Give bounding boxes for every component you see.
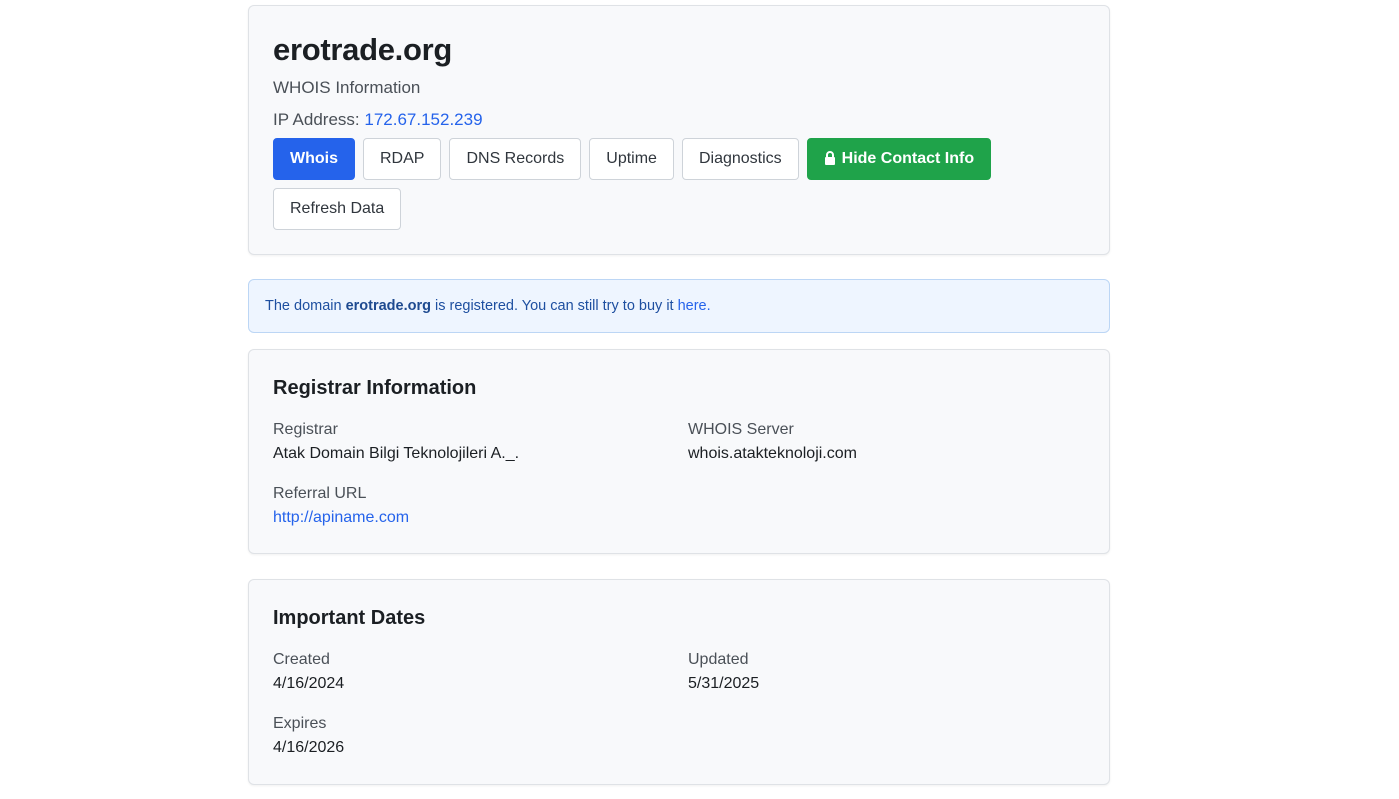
- action-button-row: Whois RDAP DNS Records Uptime Diagnostic…: [273, 138, 1093, 230]
- referral-url-label: Referral URL: [273, 485, 367, 502]
- expires-label: Expires: [273, 715, 327, 732]
- ip-address-line: IP Address: 172.67.152.239: [273, 110, 483, 130]
- page-subtitle: WHOIS Information: [273, 78, 421, 97]
- domain-header-card: erotrade.org WHOIS Information IP Addres…: [248, 5, 1110, 255]
- created-value: 4/16/2024: [273, 675, 345, 692]
- referral-url-field: Referral URL http://apiname.com: [273, 484, 409, 528]
- section-title-dates: Important Dates: [273, 607, 426, 629]
- ip-address-value[interactable]: 172.67.152.239: [364, 110, 482, 129]
- section-title-registrar: Registrar Information: [273, 377, 477, 399]
- registration-status-alert: The domain erotrade.org is registered. Y…: [248, 279, 1110, 333]
- lock-icon: [824, 151, 836, 165]
- ip-address-label: IP Address:: [273, 110, 360, 129]
- refresh-data-button[interactable]: Refresh Data: [273, 188, 402, 230]
- registrar-information-card: Registrar Information Registrar Atak Dom…: [248, 349, 1110, 554]
- created-label: Created: [273, 651, 330, 668]
- diagnostics-button[interactable]: Diagnostics: [681, 138, 799, 180]
- alert-domain: erotrade.org: [345, 298, 431, 314]
- registrar-label: Registrar: [273, 421, 338, 438]
- important-dates-card: Important Dates Created 4/16/2024 Update…: [248, 579, 1110, 785]
- expires-value: 4/16/2026: [273, 739, 345, 756]
- whois-server-value: whois.atakteknoloji.com: [688, 445, 857, 462]
- alert-prefix: The domain: [265, 298, 342, 314]
- domain-title: erotrade.org: [273, 32, 452, 67]
- whois-server-label: WHOIS Server: [688, 421, 794, 438]
- updated-field: Updated 5/31/2025: [688, 650, 759, 694]
- hide-contact-info-button[interactable]: Hide Contact Info: [806, 138, 992, 180]
- expires-field: Expires 4/16/2026: [273, 714, 344, 758]
- registrar-field: Registrar Atak Domain Bilgi Teknolojiler…: [273, 420, 519, 464]
- created-field: Created 4/16/2024: [273, 650, 344, 694]
- hide-contact-info-label: Hide Contact Info: [841, 150, 975, 167]
- registrar-value: Atak Domain Bilgi Teknolojileri A._.: [273, 445, 520, 462]
- updated-value: 5/31/2025: [688, 675, 760, 692]
- alert-message: is registered. You can still try to buy …: [435, 298, 674, 314]
- referral-url-link[interactable]: http://apiname.com: [273, 508, 409, 528]
- rdap-button[interactable]: RDAP: [363, 138, 442, 180]
- dns-records-button[interactable]: DNS Records: [449, 138, 582, 180]
- uptime-button[interactable]: Uptime: [589, 138, 674, 180]
- updated-label: Updated: [688, 651, 749, 668]
- whois-button[interactable]: Whois: [273, 138, 355, 180]
- whois-server-field: WHOIS Server whois.atakteknoloji.com: [688, 420, 857, 464]
- buy-domain-link[interactable]: here.: [678, 298, 711, 314]
- page: erotrade.org WHOIS Information IP Addres…: [0, 0, 1399, 799]
